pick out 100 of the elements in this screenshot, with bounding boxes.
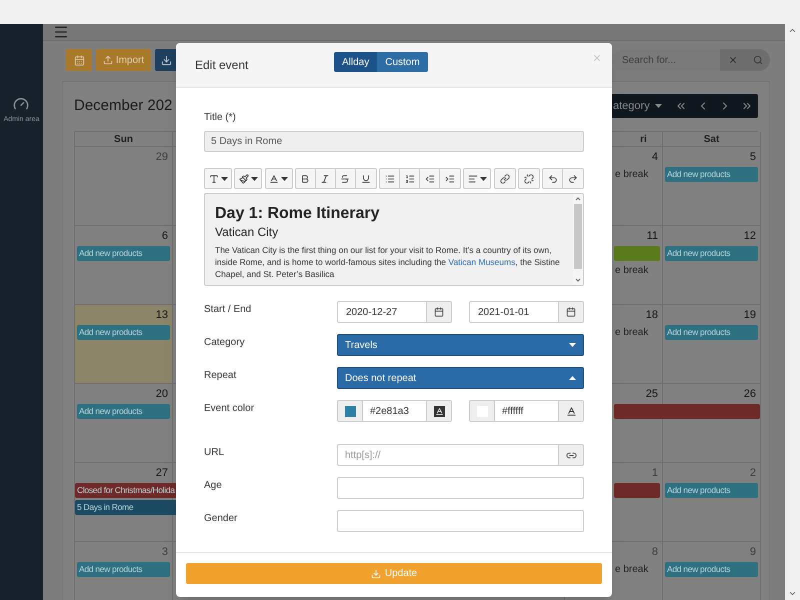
text-color-icon[interactable] bbox=[566, 406, 576, 416]
day-number: 11 bbox=[646, 229, 658, 242]
calendar-icon[interactable] bbox=[434, 307, 444, 317]
editor-link[interactable]: Vatican Museums bbox=[448, 257, 516, 267]
event-bar[interactable]: Add new products bbox=[665, 246, 758, 261]
undo-icon bbox=[548, 174, 558, 184]
calendar-icon[interactable] bbox=[566, 307, 576, 317]
select-dropdown[interactable]: Travels bbox=[337, 334, 584, 356]
dialog-title: Edit event bbox=[195, 57, 250, 74]
scroll-down-icon[interactable] bbox=[788, 589, 797, 598]
field-label: Start / End bbox=[204, 303, 252, 317]
caret-icon bbox=[250, 176, 258, 180]
search-button[interactable] bbox=[745, 49, 770, 71]
link-button[interactable] bbox=[559, 444, 584, 466]
day-number: 5 bbox=[750, 150, 756, 163]
indent-icon bbox=[445, 174, 455, 184]
day-number: 20 bbox=[156, 387, 168, 400]
day-number: 13 bbox=[156, 308, 168, 321]
gauge-icon[interactable] bbox=[13, 96, 30, 112]
underline-icon bbox=[360, 174, 371, 184]
event-bar[interactable]: 5 Days in Rome bbox=[75, 500, 177, 515]
color-field[interactable]: #2e81a3 bbox=[337, 400, 452, 422]
event-bar[interactable]: Add new products bbox=[665, 562, 758, 577]
text-input[interactable] bbox=[337, 510, 584, 532]
brush-icon bbox=[238, 174, 249, 184]
rich-text-editor[interactable] bbox=[204, 193, 584, 286]
field-label: URL bbox=[204, 446, 226, 460]
search-icon bbox=[752, 55, 762, 65]
event-bar[interactable]: Closed for Christmas/Holida bbox=[75, 483, 177, 498]
day-number: 27 bbox=[156, 466, 168, 479]
field-label: Age bbox=[204, 479, 223, 493]
redo-icon bbox=[568, 174, 578, 184]
date-field[interactable]: 2021-01-01 bbox=[469, 301, 584, 323]
event-bar[interactable]: Add new products bbox=[77, 404, 170, 419]
category-dropdown[interactable]: ategory bbox=[611, 98, 670, 114]
align-icon bbox=[468, 174, 478, 184]
link-icon bbox=[500, 174, 510, 184]
event-bar[interactable]: Add new products bbox=[77, 562, 170, 577]
download-icon bbox=[161, 54, 172, 66]
unlink-icon bbox=[524, 174, 534, 184]
text-input[interactable] bbox=[337, 477, 584, 499]
numbered-list-icon bbox=[404, 174, 414, 184]
date-field[interactable]: 2020-12-27 bbox=[337, 301, 452, 323]
event-bar[interactable]: Add new products bbox=[77, 325, 170, 340]
import-button[interactable]: Import bbox=[96, 49, 151, 71]
last-icon[interactable] bbox=[740, 100, 753, 112]
editor-paragraph: The Vatican City is the first thing on our list for your visit to Rome. It’s a country of its own, inside Rome, and is home to world-famous sites including the Vatican Museums, the Sistine Chapel, and St. Peter’s Basilica bbox=[215, 244, 561, 280]
field-label: Category bbox=[204, 336, 246, 350]
first-icon[interactable] bbox=[674, 100, 687, 112]
outdent-icon bbox=[424, 174, 434, 184]
day-number: 18 bbox=[646, 308, 658, 321]
field-label: Title (*) bbox=[204, 111, 237, 125]
weekday-header: Sun bbox=[114, 132, 133, 146]
day-number: 2 bbox=[750, 466, 756, 479]
title-input[interactable]: 5 Days in Rome bbox=[204, 131, 584, 152]
scrollbar[interactable] bbox=[785, 24, 800, 600]
day-number: 4 bbox=[652, 150, 658, 163]
caret-icon bbox=[480, 176, 487, 180]
field-label: Gender bbox=[204, 512, 238, 526]
caret-icon bbox=[281, 176, 288, 180]
download-icon bbox=[370, 568, 381, 578]
color-swatch[interactable] bbox=[344, 406, 356, 416]
mode-toggle[interactable]: Custom bbox=[377, 52, 428, 72]
mode-toggle[interactable]: Allday bbox=[334, 52, 378, 72]
day-number: 29 bbox=[156, 150, 168, 163]
url-input[interactable]: http[s]:// bbox=[337, 444, 559, 466]
event-bar[interactable]: Add new products bbox=[77, 246, 170, 261]
caret-icon bbox=[220, 176, 228, 180]
font-size-icon bbox=[208, 174, 218, 184]
calendar-title: December 202 bbox=[74, 96, 172, 116]
select-dropdown[interactable]: Does not repeat bbox=[337, 367, 584, 389]
font-color-icon bbox=[269, 174, 279, 184]
day-number: 26 bbox=[744, 387, 756, 400]
caret-icon bbox=[654, 104, 662, 108]
scroll-up-icon[interactable] bbox=[788, 26, 797, 35]
day-number: 9 bbox=[750, 545, 756, 558]
event-bar[interactable]: Add new products bbox=[665, 483, 758, 498]
close-icon bbox=[592, 53, 602, 63]
day-number: 3 bbox=[162, 545, 168, 558]
day-number: 8 bbox=[652, 545, 658, 558]
editor-subheading: Vatican City bbox=[215, 225, 280, 240]
day-number: 12 bbox=[744, 229, 756, 242]
day-number: 6 bbox=[162, 229, 168, 242]
day-number: 1 bbox=[652, 466, 658, 479]
field-label: Event color bbox=[204, 402, 256, 416]
strikethrough-icon bbox=[340, 174, 350, 184]
upload-icon bbox=[102, 55, 113, 65]
event-bar[interactable]: Add new products bbox=[665, 325, 758, 340]
update-button[interactable]: Update bbox=[186, 563, 602, 584]
color-field[interactable]: #ffffff bbox=[469, 400, 584, 422]
day-number: 25 bbox=[646, 387, 658, 400]
event-bar[interactable]: Add new products bbox=[665, 167, 758, 182]
menu-icon[interactable] bbox=[53, 24, 69, 40]
day-number: 19 bbox=[744, 308, 756, 321]
close-icon bbox=[728, 55, 738, 65]
text-color-icon[interactable] bbox=[434, 406, 444, 416]
bold-icon bbox=[300, 174, 310, 184]
field-label: Repeat bbox=[204, 369, 238, 383]
weekday-header: Sat bbox=[704, 132, 720, 146]
weekday-header: ri bbox=[639, 132, 647, 146]
